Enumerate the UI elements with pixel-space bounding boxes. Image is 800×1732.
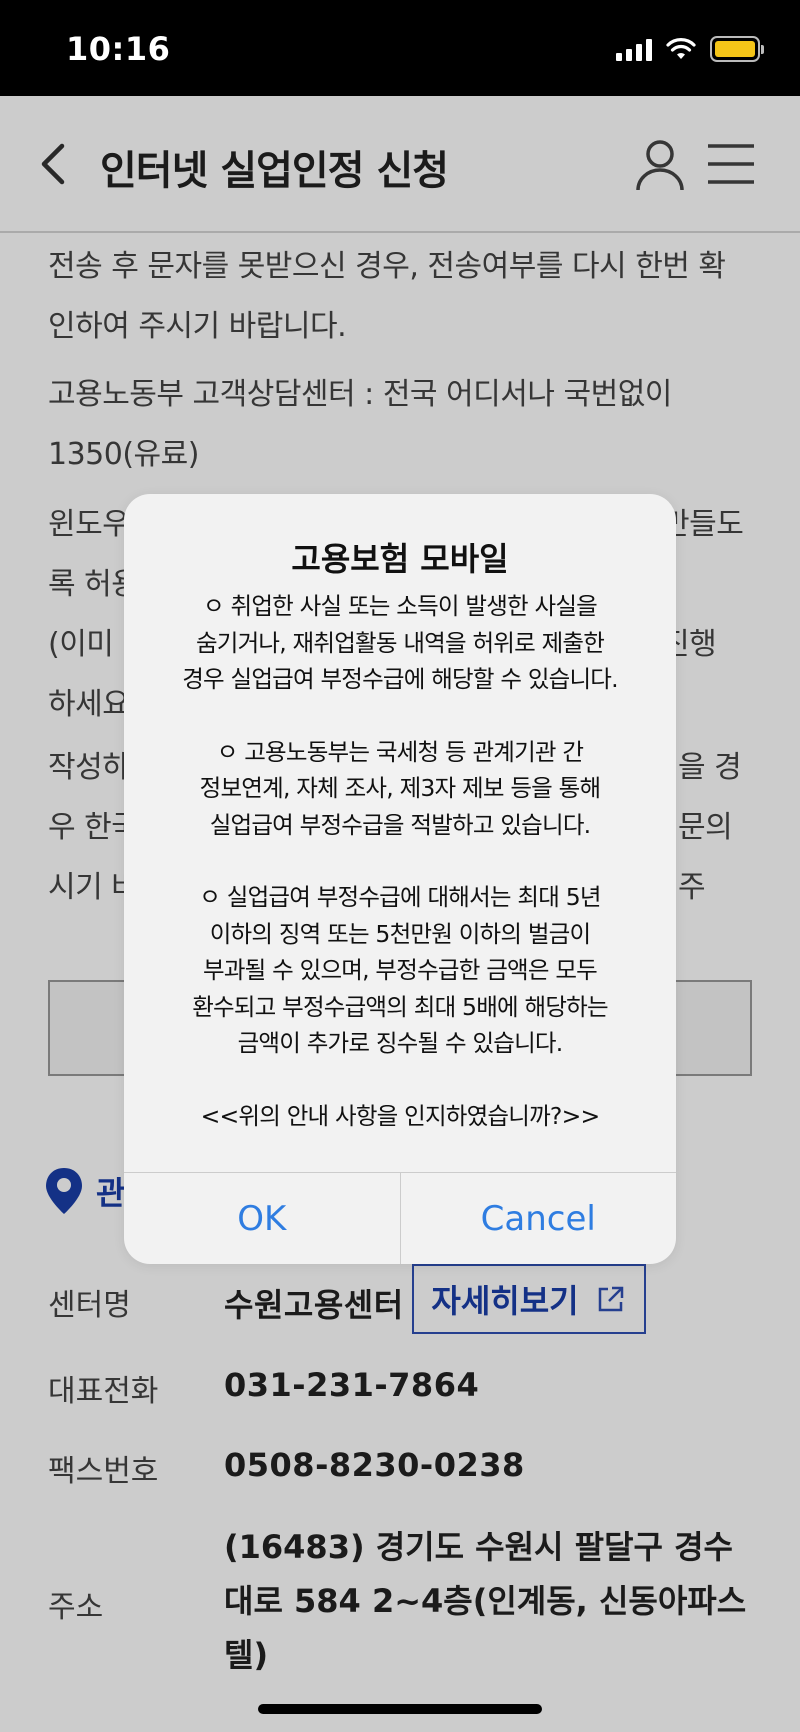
dialog-title: 고용보험 모바일 (291, 540, 509, 578)
dialog-actions: OK Cancel (124, 1172, 676, 1264)
battery-icon (710, 36, 764, 62)
ok-button[interactable]: OK (124, 1173, 400, 1264)
home-indicator[interactable] (258, 1704, 542, 1714)
dialog-question: <<위의 안내 사항을 인지하였습니까?>> (200, 1101, 601, 1130)
status-icons (616, 36, 764, 62)
wifi-icon (666, 38, 696, 59)
dialog-message: ㅇ 취업한 사실 또는 소득이 발생한 사실을 숨기거나, 재취업활동 내역을 … (124, 588, 676, 1134)
alert-dialog: 고용보험 모바일 ㅇ 취업한 사실 또는 소득이 발생한 사실을 숨기거나, 재… (124, 494, 676, 1264)
cellular-signal-icon (616, 37, 652, 61)
cancel-button[interactable]: Cancel (399, 1173, 677, 1264)
status-bar: 10:16 (0, 0, 800, 96)
status-time: 10:16 (66, 30, 171, 68)
